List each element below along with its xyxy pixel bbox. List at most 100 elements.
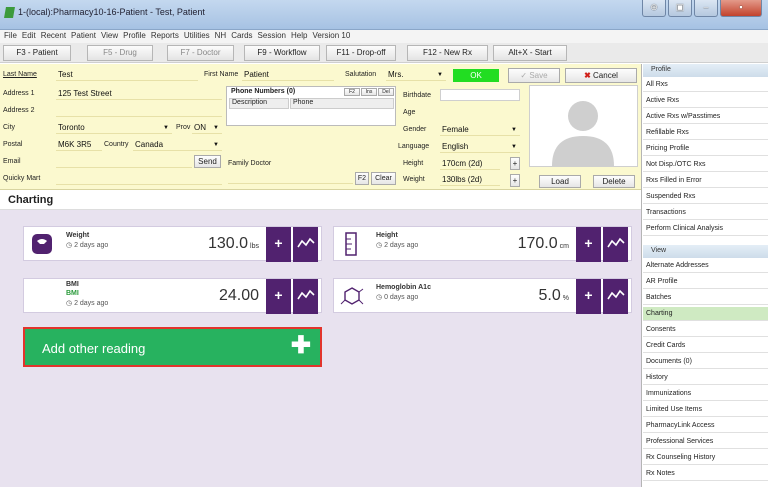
sidebar-item-ar-profile[interactable]: AR Profile [643, 275, 768, 289]
tab-drop-off[interactable]: F11 - Drop-off [326, 45, 396, 61]
sidebar-item-not-disp[interactable]: Not Disp./OTC Rxs [643, 158, 768, 172]
height-field[interactable]: 170cm (2d) [440, 158, 500, 170]
phone-phone-header: Phone [290, 98, 394, 109]
salutation-select[interactable]: Mrs. ▼ [386, 69, 446, 81]
sidebar-item-immunizations[interactable]: Immunizations [643, 387, 768, 401]
sidebar-item-documents[interactable]: Documents (0) [643, 355, 768, 369]
postal-field[interactable]: M6K 3R5 [56, 139, 102, 151]
sidebar-item-professional-services[interactable]: Professional Services [643, 435, 768, 449]
birthdate-field[interactable] [440, 89, 520, 101]
save-button[interactable]: ✓ Save [508, 68, 560, 83]
tab-patient[interactable]: F3 - Patient [3, 45, 71, 61]
menu-nh[interactable]: NH [215, 30, 232, 43]
send-button[interactable]: Send [194, 155, 221, 168]
sidebar-item-pharmacylink[interactable]: PharmacyLink Access [643, 419, 768, 433]
menu-edit[interactable]: Edit [22, 30, 41, 43]
prov-select[interactable]: ON ▼ [192, 122, 222, 134]
language-value: English [442, 142, 469, 151]
cancel-button[interactable]: ✖ Cancel [565, 68, 637, 83]
tab-new-rx[interactable]: F12 - New Rx [407, 45, 488, 61]
phone-ins-button[interactable]: Ins [361, 88, 377, 96]
sidebar-item-alternate-addresses[interactable]: Alternate Addresses [643, 259, 768, 273]
minimize-icon[interactable]: – [694, 0, 718, 17]
add-bmi-button[interactable]: + [266, 279, 291, 314]
sidebar-item-charting[interactable]: Charting [643, 307, 768, 321]
reading-subname: BMI [66, 290, 79, 297]
address2-field[interactable] [56, 105, 222, 117]
quicky-mart-field[interactable] [56, 173, 222, 185]
sidebar-item-rx-notes[interactable]: Rx Notes [643, 467, 768, 481]
chevron-down-icon: ▼ [437, 72, 443, 78]
sidebar-item-credit-cards[interactable]: Credit Cards [643, 339, 768, 353]
sidebar-item-pricing-profile[interactable]: Pricing Profile [643, 142, 768, 156]
add-height-button[interactable]: + [576, 227, 601, 262]
ok-button[interactable]: OK [453, 69, 499, 82]
phone-del-button[interactable]: Del [378, 88, 394, 96]
family-doctor-f2-button[interactable]: F2 [355, 172, 369, 185]
family-doctor-clear-button[interactable]: Clear [371, 172, 396, 185]
bmi-graph-button[interactable] [293, 279, 318, 314]
country-select[interactable]: Canada ▼ [133, 139, 222, 151]
menu-patient[interactable]: Patient [71, 30, 101, 43]
menu-view[interactable]: View [101, 30, 123, 43]
city-select[interactable]: Toronto ▼ [56, 122, 172, 134]
restore-icon[interactable]: ▣ [668, 0, 692, 17]
height-graph-button[interactable] [603, 227, 628, 262]
phone-f2-button[interactable]: F2 [344, 88, 360, 96]
tab-doctor[interactable]: F7 - Doctor [167, 45, 234, 61]
first-name-field[interactable]: Patient [242, 69, 334, 81]
salutation-value: Mrs. [388, 70, 404, 79]
age-label: Age [403, 109, 416, 116]
add-other-reading-button[interactable]: Add other reading ✚ [23, 327, 322, 367]
sidebar-item-history[interactable]: History [643, 371, 768, 385]
close-icon[interactable]: ▪ [720, 0, 762, 17]
country-value: Canada [135, 140, 164, 149]
height-label: Height [403, 160, 424, 167]
email-field[interactable] [56, 156, 192, 168]
load-photo-button[interactable]: Load [539, 175, 581, 188]
tab-workflow[interactable]: F9 - Workflow [244, 45, 320, 61]
sidebar-item-active-rxs-passtimes[interactable]: Active Rxs w/Passtimes [643, 110, 768, 124]
sidebar-item-batches[interactable]: Batches [643, 291, 768, 305]
reading-ago: 2 days ago [74, 300, 109, 307]
reading-name: Height [376, 232, 398, 239]
sidebar-item-limited-use[interactable]: Limited Use Items [643, 403, 768, 417]
family-doctor-field[interactable] [228, 172, 353, 184]
sidebar-item-consents[interactable]: Consents [643, 323, 768, 337]
menu-cards[interactable]: Cards [231, 30, 257, 43]
sidebar-item-clinical-analysis[interactable]: Perform Clinical Analysis [643, 222, 768, 236]
weight-plus-button[interactable]: + [510, 174, 520, 187]
sidebar-item-active-rxs[interactable]: Active Rxs [643, 94, 768, 108]
gender-select[interactable]: Female ▼ [440, 124, 520, 136]
reading-card-height: Height ◷ 2 days ago 170.0 cm + [333, 226, 632, 262]
hemoglobin-graph-button[interactable] [603, 279, 628, 314]
menu-utilities[interactable]: Utilities [184, 30, 215, 43]
first-name-label: First Name [204, 71, 239, 78]
height-plus-button[interactable]: + [510, 157, 520, 170]
menu-reports[interactable]: Reports [151, 30, 184, 43]
add-weight-button[interactable]: + [266, 227, 291, 262]
sidebar-item-transactions[interactable]: Transactions [643, 206, 768, 220]
weight-graph-button[interactable] [293, 227, 318, 262]
delete-photo-button[interactable]: Delete [593, 175, 635, 188]
sidebar-item-suspended-rxs[interactable]: Suspended Rxs [643, 190, 768, 204]
menu-recent[interactable]: Recent [41, 30, 71, 43]
sidebar-item-refillable-rxs[interactable]: Refillable Rxs [643, 126, 768, 140]
language-select[interactable]: English ▼ [440, 141, 520, 153]
tab-drug[interactable]: F5 - Drug [87, 45, 153, 61]
info-icon[interactable]: ⊕ [642, 0, 666, 17]
add-hemoglobin-button[interactable]: + [576, 279, 601, 314]
address1-field[interactable]: 125 Test Street [56, 88, 222, 100]
menu-session[interactable]: Session [258, 30, 291, 43]
clock-icon: ◷ [376, 242, 385, 249]
menu-help[interactable]: Help [291, 30, 312, 43]
menu-profile[interactable]: Profile [123, 30, 151, 43]
sidebar-item-rx-counseling[interactable]: Rx Counseling History [643, 451, 768, 465]
language-label: Language [398, 143, 430, 150]
sidebar-item-rxs-error[interactable]: Rxs Filled in Error [643, 174, 768, 188]
menu-file[interactable]: File [4, 30, 22, 43]
weight-field[interactable]: 130lbs (2d) [440, 174, 500, 186]
last-name-field[interactable]: Test [56, 69, 198, 81]
tab-start[interactable]: Alt+X - Start [493, 45, 567, 61]
sidebar-item-all-rxs[interactable]: All Rxs [643, 78, 768, 92]
